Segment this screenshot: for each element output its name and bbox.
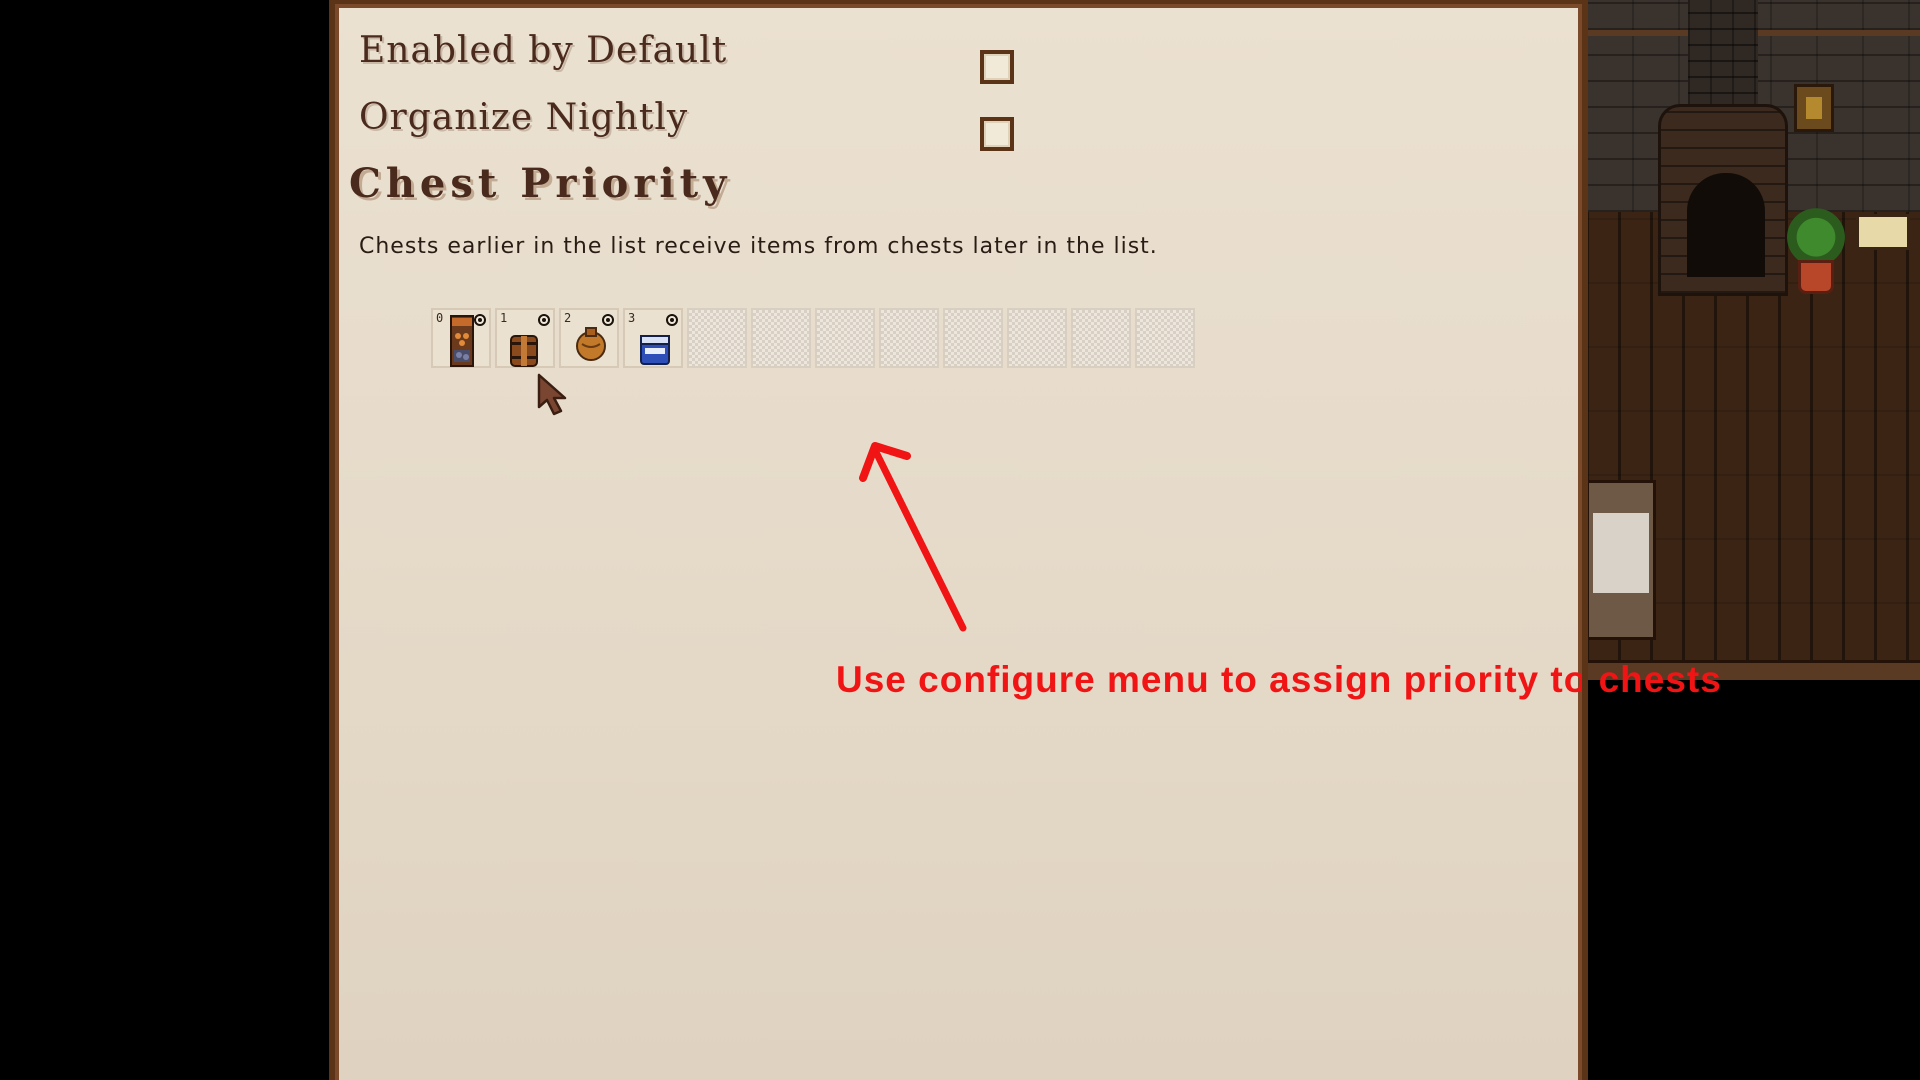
- configure-gear-icon[interactable]: [537, 312, 551, 326]
- configure-gear-icon[interactable]: [665, 312, 679, 326]
- empty-priority-slot[interactable]: [815, 308, 875, 368]
- empty-priority-slot[interactable]: [1007, 308, 1067, 368]
- section-description: Chests earlier in the list receive items…: [359, 234, 1158, 259]
- chest-priority-slots: 0123: [431, 308, 1231, 370]
- config-menu-panel: Enabled by Default Organize Nightly Ches…: [329, 0, 1721, 1080]
- configure-gear-icon[interactable]: [601, 312, 615, 326]
- empty-priority-slot[interactable]: [751, 308, 811, 368]
- priority-slot[interactable]: 3: [623, 308, 683, 368]
- option-enabled-by-default: Enabled by Default: [359, 30, 1459, 84]
- empty-priority-slot[interactable]: [1071, 308, 1131, 368]
- mouse-cursor-icon: [537, 373, 567, 416]
- organize-nightly-checkbox[interactable]: [980, 117, 1014, 151]
- option-label: Enabled by Default: [359, 30, 728, 71]
- empty-priority-slot[interactable]: [687, 308, 747, 368]
- priority-slot[interactable]: 0: [431, 308, 491, 368]
- config-menu-content: Enabled by Default Organize Nightly Ches…: [339, 8, 1721, 1080]
- enabled-by-default-checkbox[interactable]: [980, 50, 1014, 84]
- annotation-arrow-icon: [859, 442, 967, 632]
- priority-slot[interactable]: 2: [559, 308, 619, 368]
- empty-priority-slot[interactable]: [879, 308, 939, 368]
- configure-gear-icon[interactable]: [473, 312, 487, 326]
- game-screen: Enabled by Default Organize Nightly Ches…: [0, 0, 1920, 1080]
- farmhouse-room-background: [1586, 0, 1920, 680]
- book-icon: [1856, 214, 1910, 250]
- fireplace-icon: [1658, 0, 1788, 296]
- hearth: [1658, 104, 1788, 296]
- section-title: Chest Priority: [349, 160, 732, 207]
- empty-priority-slot[interactable]: [1135, 308, 1195, 368]
- annotation-text: Use configure menu to assign priority to…: [836, 659, 1722, 700]
- hearth-opening: [1687, 173, 1765, 277]
- wall-picture-frame-icon: [1794, 84, 1834, 132]
- priority-slot[interactable]: 1: [495, 308, 555, 368]
- bed-icon: [1586, 480, 1656, 640]
- option-label: Organize Nightly: [359, 97, 689, 138]
- potted-plant-icon: [1786, 200, 1846, 296]
- option-organize-nightly: Organize Nightly: [359, 97, 1459, 151]
- empty-priority-slot[interactable]: [943, 308, 1003, 368]
